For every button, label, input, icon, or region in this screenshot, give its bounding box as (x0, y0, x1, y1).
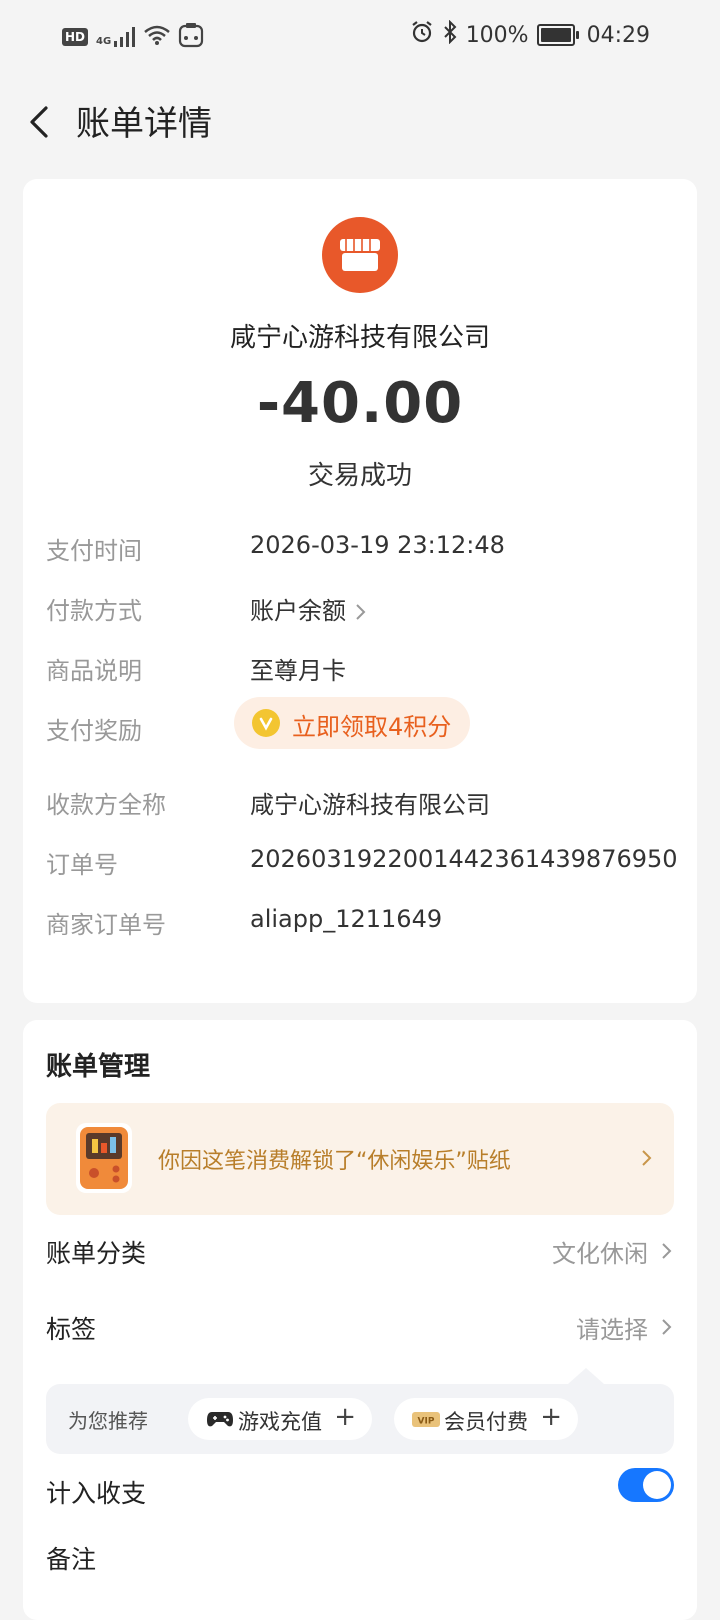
merchant-name: 咸宁心游科技有限公司 (229, 323, 490, 353)
gamepad-icon (207, 1412, 233, 1427)
bluetooth-icon (442, 19, 458, 50)
merchant-order-label: 商家订单号 (46, 911, 166, 939)
battery-percent: 100% (465, 22, 529, 48)
vip-icon-text: VIP (418, 1417, 435, 1427)
shop-icon (340, 239, 380, 271)
vip-icon: VIP (412, 1412, 440, 1427)
status-left: HD 4G (62, 22, 204, 52)
amount: -40.00 (256, 371, 464, 436)
page-title: 账单详情 (76, 104, 212, 144)
claim-points-button[interactable]: 立即领取4积分 (234, 697, 470, 749)
category-label: 账单分类 (46, 1239, 147, 1268)
claim-points-text: 立即领取4积分 (292, 713, 452, 741)
order-no-label: 订单号 (46, 851, 118, 879)
category-row[interactable]: 账单分类 文化休闲 (46, 1234, 674, 1274)
top-nav: 账单详情 (0, 88, 720, 152)
battery-icon (536, 24, 579, 46)
points-coin-icon (252, 709, 280, 737)
chip-label: 游戏充值 (238, 1410, 322, 1434)
tag-value: 请选择 (576, 1316, 648, 1344)
game-controller-icon (178, 22, 204, 52)
reward-label: 支付奖励 (46, 717, 142, 745)
status-right: 100% 04:29 (410, 19, 650, 50)
payee-value: 咸宁心游科技有限公司 (250, 791, 490, 819)
pay-time-value: 2026-03-19 23:12:48 (250, 531, 505, 559)
tag-chip-game-recharge[interactable]: 游戏充值 + (188, 1398, 372, 1440)
back-button[interactable] (22, 98, 66, 142)
wifi-icon (144, 25, 170, 49)
pay-time-label: 支付时间 (46, 537, 142, 565)
chevron-right-icon (662, 1243, 672, 1259)
order-no-value[interactable]: 2026031922001442361439876950 (250, 845, 678, 873)
chevron-right-icon (356, 604, 366, 620)
tag-recommendations: 为您推荐 游戏充值 + VIP 会员付费 + (46, 1368, 674, 1454)
product-value: 至尊月卡 (250, 657, 346, 685)
trade-status: 交易成功 (307, 461, 412, 491)
pay-method-value: 账户余额 (250, 591, 368, 626)
tag-label: 标签 (46, 1315, 97, 1344)
tag-row[interactable]: 标签 请选择 (46, 1310, 674, 1350)
include-in-stats-row: 计入收支 (46, 1468, 674, 1514)
network-label: 4G (96, 36, 112, 47)
category-value: 文化休闲 (552, 1240, 648, 1268)
hd-badge: HD (62, 28, 89, 46)
include-toggle[interactable] (618, 1468, 674, 1502)
alarm-icon (410, 20, 434, 50)
clock: 04:29 (586, 22, 650, 48)
chevron-right-icon (662, 1319, 672, 1335)
bill-detail-card: 咸宁心游科技有限公司 -40.00 交易成功 支付时间 2026-03-19 2… (23, 179, 697, 1003)
game-console-sticker-icon (76, 1123, 132, 1193)
pay-method-text: 账户余额 (250, 597, 346, 625)
sticker-text: 你因这笔消费解锁了“休闲娱乐”贴纸 (158, 1149, 511, 1174)
sticker-banner[interactable]: 你因这笔消费解锁了“休闲娱乐”贴纸 (46, 1103, 674, 1215)
chevron-left-icon (30, 106, 48, 138)
merchant-order-value[interactable]: aliapp_1211649 (250, 905, 442, 933)
plus-icon: + (334, 1402, 356, 1432)
section-title: 账单管理 (46, 1052, 151, 1082)
chip-label: 会员付费 (444, 1410, 528, 1434)
include-label: 计入收支 (46, 1479, 147, 1508)
bill-management-card: 账单管理 你因这笔消费解锁了“休闲娱乐”贴纸 账单分类 文化休闲 标签 请选择 … (23, 1020, 697, 1620)
toggle-knob (643, 1471, 671, 1499)
tag-chip-membership[interactable]: VIP 会员付费 + (394, 1398, 578, 1440)
note-label: 备注 (46, 1545, 97, 1574)
signal-icon: 4G (96, 27, 136, 47)
status-bar: HD 4G 100% 04:29 (0, 0, 720, 72)
payee-label: 收款方全称 (46, 791, 166, 819)
pay-method-label: 付款方式 (46, 597, 142, 625)
recommend-label: 为您推荐 (68, 1409, 148, 1433)
note-row[interactable]: 备注 (46, 1540, 674, 1580)
product-label: 商品说明 (46, 657, 142, 685)
merchant-logo (322, 217, 398, 293)
plus-icon: + (540, 1402, 562, 1432)
chevron-right-icon (642, 1150, 652, 1166)
